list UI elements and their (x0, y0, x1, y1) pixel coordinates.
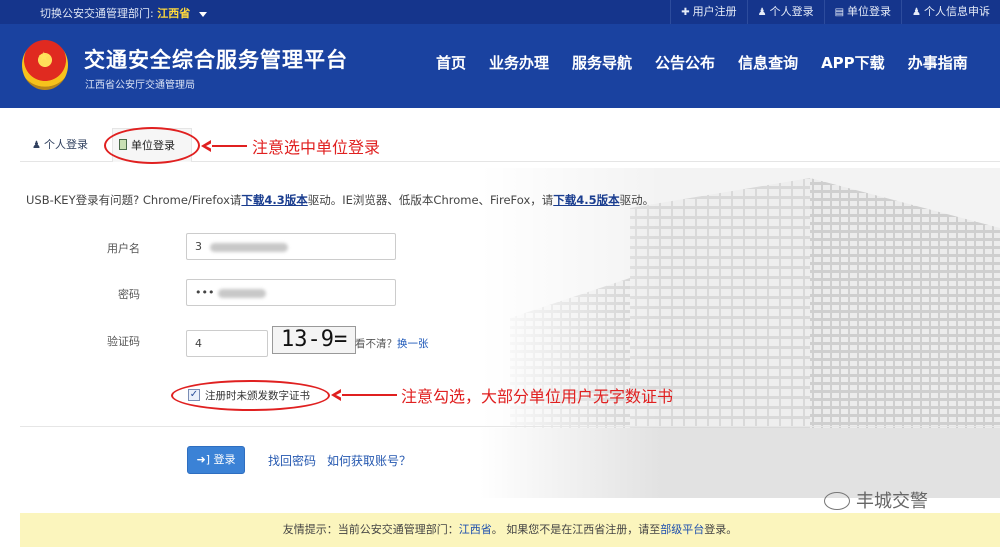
usb-key-note: USB-KEY登录有问题? Chrome/Firefox请下载4.3版本驱动。I… (26, 193, 655, 207)
annotation-unit-tab-note: 注意选中单位登录 (252, 138, 381, 157)
checkbox-label[interactable]: 注册时未颁发数字证书 (205, 388, 310, 403)
tab-personal-login[interactable]: ♟ 个人登录 (32, 128, 88, 162)
current-province: 江西省 (157, 7, 191, 20)
nav-announcements[interactable]: 公告公布 (655, 52, 715, 73)
nav-guide[interactable]: 办事指南 (908, 52, 968, 73)
user-icon: ♟ (32, 140, 41, 151)
nav-service-guide[interactable]: 服务导航 (572, 52, 632, 73)
how-to-get-account-link[interactable]: 如何获取账号？ (327, 452, 411, 469)
no-certificate-checkbox[interactable]: ✓ (188, 389, 200, 401)
forgot-password-link[interactable]: 找回密码 (268, 452, 316, 469)
site-header: ★ 交通安全综合服务管理平台 江西省公安厅交通管理局 首页 业务办理 服务导航 … (0, 24, 1000, 108)
captcha-image[interactable]: 13-9= (272, 326, 356, 354)
user-icon: ♟ (912, 7, 921, 18)
download-4-3-link[interactable]: 下载4.3版本 (241, 193, 307, 207)
change-captcha-link[interactable]: 换一张 (397, 338, 429, 350)
building-background-image (480, 168, 1000, 498)
login-button[interactable]: ➜] 登录 (187, 446, 245, 474)
police-emblem-logo: ★ (22, 40, 68, 90)
building-icon: ▤ (834, 7, 845, 18)
register-link[interactable]: ✚ 用户注册 (670, 0, 746, 24)
tip-province: 江西省 (458, 523, 492, 536)
nav-app-download[interactable]: APP下载 (821, 52, 885, 73)
nav-info-query[interactable]: 信息查询 (738, 52, 798, 73)
unit-login-link[interactable]: ▤ 单位登录 (823, 0, 901, 24)
captcha-input[interactable]: 4 (186, 330, 268, 357)
ministry-platform-link[interactable]: 部级平台 (660, 523, 704, 536)
username-input[interactable]: 3 (186, 233, 396, 260)
annotation-checkbox-note: 注意勾选，大部分单位用户无字数证书 (401, 387, 674, 406)
password-label: 密码 (118, 288, 140, 301)
info-appeal-link[interactable]: ♟ 个人信息申诉 (901, 0, 1000, 24)
captcha-label: 验证码 (107, 335, 140, 348)
wechat-watermark: 丰城交警 (824, 487, 928, 513)
login-icon: ➜] (196, 453, 210, 466)
department-switcher[interactable]: 切换公安交通管理部门: 江西省 (40, 5, 207, 21)
divider (20, 426, 1000, 427)
top-bar: 切换公安交通管理部门: 江西省 ✚ 用户注册 ♟ 个人登录 ▤ 单位登录 ♟ 个人信息申… (0, 0, 1000, 24)
top-links: ✚ 用户注册 ♟ 个人登录 ▤ 单位登录 ♟ 个人信息申诉 (670, 0, 1000, 24)
site-title: 交通安全综合服务管理平台 (84, 48, 348, 72)
switch-label: 切换公安交通管理部门: (40, 7, 154, 20)
username-label: 用户名 (107, 242, 140, 255)
main-nav: 首页 业务办理 服务导航 公告公布 信息查询 APP下载 办事指南 (436, 52, 968, 73)
captcha-refresh: 看不清？换一张 (355, 338, 429, 350)
annotation-arrow-icon (201, 140, 247, 152)
nav-home[interactable]: 首页 (436, 52, 466, 73)
nav-business[interactable]: 业务办理 (489, 52, 549, 73)
redacted-mask (217, 288, 266, 298)
personal-login-link[interactable]: ♟ 个人登录 (746, 0, 824, 24)
annotation-circle-unit-tab (104, 127, 200, 164)
plus-icon: ✚ (681, 7, 690, 18)
site-subtitle: 江西省公安厅交通管理局 (85, 80, 195, 91)
caret-down-icon (198, 11, 207, 17)
redacted-mask (209, 242, 288, 252)
password-input[interactable]: ••• (186, 279, 396, 306)
wechat-icon (824, 492, 850, 510)
annotation-arrow-icon (331, 389, 397, 401)
user-icon: ♟ (757, 7, 767, 18)
tip-bar: 友情提示：当前公安交通管理部门：江西省。 如果您不是在江西省注册，请至部级平台登… (20, 513, 1000, 547)
download-4-5-link[interactable]: 下载4.5版本 (553, 193, 619, 207)
